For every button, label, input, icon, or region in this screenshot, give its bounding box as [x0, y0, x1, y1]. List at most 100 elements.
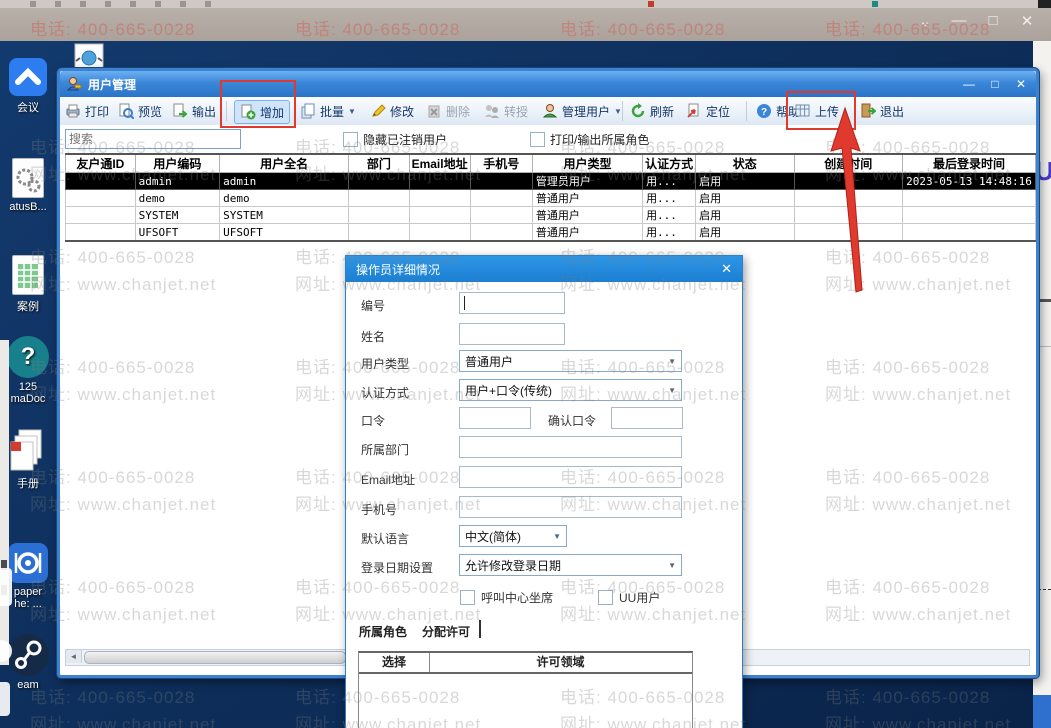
clipped-desktop-glyph: [0, 568, 12, 606]
question-circle-icon: ?: [7, 336, 49, 378]
tab-caret: [479, 620, 481, 638]
manage-users-button[interactable]: 管理用户 ▼: [542, 100, 622, 122]
window-minimize-button[interactable]: —: [960, 77, 978, 91]
checkbox-icon[interactable]: [598, 590, 613, 605]
watermark-phone: 电话: 400-665-0028: [825, 20, 991, 39]
auth-mode-select[interactable]: 用户+口令(传统) ▼: [459, 379, 682, 401]
output-icon: [172, 103, 188, 119]
refresh-icon: [630, 103, 646, 119]
table-header-row: 友户通ID 用户编码 用户全名 部门 Email地址 手机号 用户类型 认证方式…: [65, 154, 1036, 173]
operator-detail-dialog: 操作员详细情况 ✕ 编号 姓名 用户类型 普通用户 ▼ 认证方式 用户+口令(传…: [345, 255, 743, 728]
dialog-titlebar[interactable]: 操作员详细情况 ✕: [346, 256, 742, 282]
chevron-down-icon: ▼: [668, 385, 676, 395]
desktop-icon-html-file[interactable]: [72, 43, 106, 70]
batch-dropdown-arrow[interactable]: ▼: [348, 107, 356, 116]
language-label: 默认语言: [361, 532, 410, 546]
background-window-titlebar: ⌄ — □ ✕ 电话: 400-665-0028 电话: 400-665-0028…: [0, 8, 1051, 41]
table-row-demo[interactable]: demo demo 普通用户 用... 启用: [65, 189, 1036, 207]
checkbox-icon[interactable]: [460, 590, 475, 605]
preview-icon: [118, 103, 135, 120]
table-row-admin[interactable]: admin admin 管理员用户 用... 启用 2023-05-13 14:4…: [65, 172, 1036, 190]
table-row-system[interactable]: SYSTEM SYSTEM 普通用户 用... 启用: [65, 206, 1036, 224]
person-icon: [542, 103, 558, 119]
code-label: 编号: [361, 299, 386, 313]
bg-close-button[interactable]: ✕: [1014, 12, 1040, 30]
meeting-icon: [9, 58, 47, 96]
locate-icon: [686, 103, 702, 119]
print-button[interactable]: 打印: [65, 100, 109, 122]
scroll-left-arrow[interactable]: ◄: [66, 650, 82, 663]
watermark-phone: 电话: 400-665-0028: [560, 20, 726, 39]
password-input[interactable]: [459, 407, 531, 429]
name-input[interactable]: [459, 323, 565, 345]
user-table: 友户通ID 用户编码 用户全名 部门 Email地址 手机号 用户类型 认证方式…: [65, 153, 1036, 242]
modify-button[interactable]: 修改: [370, 100, 414, 122]
add-button[interactable]: 增加: [234, 100, 291, 124]
code-input[interactable]: [459, 292, 565, 314]
background-window-sliver: [0, 340, 9, 665]
call-center-checkbox[interactable]: 呼叫中心坐席: [460, 589, 553, 606]
delete-icon: [426, 103, 442, 119]
filter-row: 隐藏已注销用户 打印/输出所属角色: [60, 125, 1036, 152]
user-management-app-icon: [66, 76, 82, 92]
auth-mode-label: 认证方式: [361, 386, 410, 400]
output-button[interactable]: 输出: [172, 100, 216, 122]
desktop-icon-case[interactable]: 案例: [0, 255, 56, 314]
scrollbar-thumb[interactable]: [84, 651, 346, 664]
tab-roles[interactable]: 所属角色: [359, 623, 407, 640]
desktop-icon-statusb[interactable]: atusB...: [0, 158, 56, 213]
tab-assign-license[interactable]: 分配许可: [422, 623, 470, 640]
desktop-icon-meeting[interactable]: 会议: [0, 58, 56, 115]
window-close-button[interactable]: ✕: [1012, 77, 1030, 91]
dialog-title: 操作员详细情况: [356, 262, 441, 277]
gear-app-icon: [8, 543, 48, 583]
spreadsheet-file-icon: [12, 255, 44, 295]
svg-text:?: ?: [761, 107, 767, 118]
add-icon: [240, 104, 256, 120]
user-type-label: 用户类型: [361, 357, 410, 371]
upload-grid-icon: [795, 103, 811, 119]
language-select[interactable]: 中文(简体) ▼: [459, 525, 567, 547]
user-type-select[interactable]: 普通用户 ▼: [459, 350, 682, 372]
locate-button[interactable]: 定位: [686, 100, 730, 122]
exit-button[interactable]: 退出: [860, 100, 904, 122]
window-titlebar[interactable]: 用户管理 — □ ✕: [60, 71, 1036, 97]
department-input[interactable]: [459, 436, 682, 458]
uu-user-checkbox[interactable]: UU用户: [598, 589, 660, 606]
upload-button[interactable]: 上传: [795, 100, 839, 122]
license-col-select[interactable]: 选择: [359, 653, 430, 672]
manage-users-dropdown-arrow[interactable]: ▼: [614, 107, 622, 116]
preview-button[interactable]: 预览: [118, 100, 162, 122]
mobile-input[interactable]: [459, 496, 682, 518]
password-label: 口令: [361, 414, 386, 428]
checkbox-icon[interactable]: [343, 132, 358, 147]
background-app-strip: [0, 0, 1051, 8]
screen: ⌄ — □ ✕ 电话: 400-665-0028 电话: 400-665-0028…: [0, 0, 1051, 728]
pdf-stack-icon: [9, 428, 47, 472]
license-table: 选择 许可领域: [358, 651, 693, 728]
search-input[interactable]: [65, 129, 241, 149]
help-button[interactable]: ? 帮助: [756, 100, 800, 122]
refresh-button[interactable]: 刷新: [630, 100, 674, 122]
department-label: 所属部门: [361, 443, 410, 457]
mobile-label: 手机号: [361, 503, 398, 517]
people-icon: [484, 103, 500, 119]
license-col-domain[interactable]: 许可领域: [429, 653, 692, 672]
confirm-password-label: 确认口令: [548, 414, 597, 428]
dialog-close-button[interactable]: ✕: [721, 261, 732, 277]
window-maximize-button[interactable]: □: [986, 77, 1004, 91]
batch-button[interactable]: 批量 ▼: [300, 100, 356, 122]
email-input[interactable]: [459, 466, 682, 488]
watermark-phone: 电话: 400-665-0028: [295, 20, 461, 39]
login-date-select[interactable]: 允许修改登录日期 ▼: [459, 554, 682, 576]
email-label: Email地址: [361, 473, 416, 487]
printer-icon: [65, 103, 81, 119]
confirm-password-input[interactable]: [611, 407, 683, 429]
hide-deactivated-checkbox[interactable]: 隐藏已注销用户: [343, 131, 447, 148]
background-right-blue-patch: [1033, 695, 1051, 728]
name-label: 姓名: [361, 330, 386, 344]
checkbox-icon[interactable]: [530, 132, 545, 147]
table-row-ufsoft[interactable]: UFSOFT UFSOFT 普通用户 用... 启用: [65, 223, 1036, 242]
print-roles-checkbox[interactable]: 打印/输出所属角色: [530, 131, 649, 148]
watermark-phone: 电话: 400-665-0028: [30, 20, 196, 39]
